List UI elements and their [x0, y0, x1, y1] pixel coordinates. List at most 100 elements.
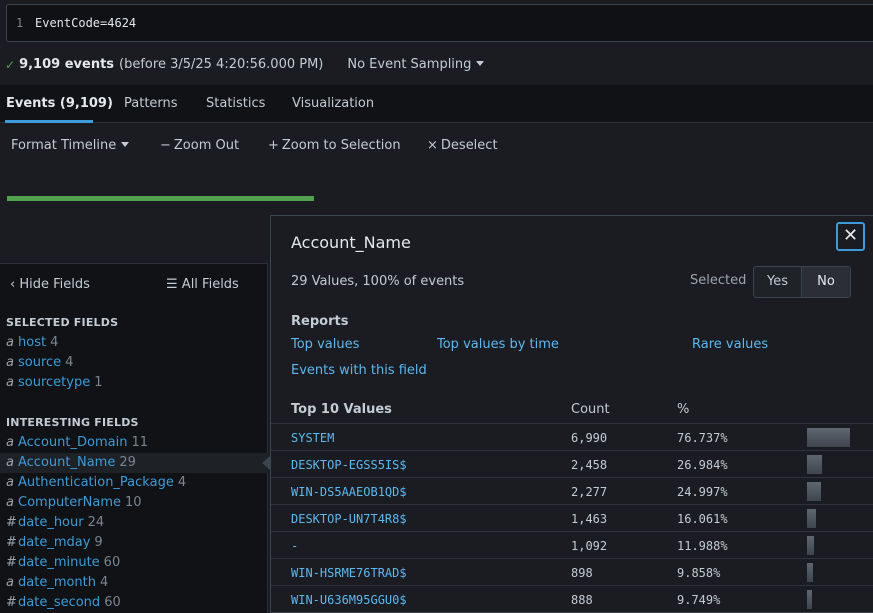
tab-events[interactable]: Events (9,109)	[6, 96, 113, 111]
value-cell[interactable]: WIN-HSRME76TRAD$	[291, 566, 407, 580]
event-sampling-dropdown[interactable]: No Event Sampling	[347, 57, 485, 72]
values-summary: 29 Values, 100% of events	[291, 274, 465, 289]
minus-icon: −	[160, 138, 171, 153]
percent-bar-fill	[807, 590, 812, 609]
hide-fields-button[interactable]: ‹ Hide Fields	[10, 277, 90, 292]
percent-header: %	[677, 402, 690, 417]
check-icon: ✓	[5, 57, 16, 72]
caret-down-icon	[476, 61, 485, 66]
events-with-field-link[interactable]: Events with this field	[291, 363, 427, 378]
close-icon: ✕	[842, 225, 859, 246]
value-cell[interactable]: WIN-DS5AAEOB1QD$	[291, 485, 407, 499]
field-date-mday[interactable]: #date_mday 9	[0, 533, 268, 553]
count-header: Count	[571, 402, 610, 417]
field-source[interactable]: a source 4	[0, 353, 268, 373]
plus-icon: +	[268, 138, 279, 153]
caret-down-icon	[121, 142, 130, 147]
percent-bar	[807, 509, 851, 528]
percent-cell: 9.858%	[677, 566, 721, 580]
list-icon: ☰	[166, 277, 182, 292]
table-row[interactable]: - 1,092 11.988%	[271, 531, 873, 558]
field-host[interactable]: a host 4	[0, 333, 268, 353]
search-query[interactable]: EventCode=4624	[35, 16, 136, 30]
percent-cell: 11.988%	[677, 539, 728, 553]
search-input[interactable]: 1 EventCode=4624	[6, 4, 873, 42]
tab-visualization[interactable]: Visualization	[292, 96, 374, 111]
field-date-second[interactable]: #date_second 60	[0, 593, 268, 613]
percent-bar	[807, 536, 851, 555]
zoom-to-selection-button[interactable]: + Zoom to Selection	[268, 138, 401, 153]
value-cell[interactable]: WIN-U636M95GGU0$	[291, 593, 407, 607]
events-count: 9,109 events	[19, 57, 115, 72]
percent-cell: 76.737%	[677, 431, 728, 445]
deselect-button[interactable]: × Deselect	[427, 138, 498, 153]
percent-bar	[807, 563, 851, 582]
field-sourcetype[interactable]: a sourcetype 1	[0, 373, 268, 393]
popover-arrow	[262, 456, 270, 470]
tab-patterns[interactable]: Patterns	[124, 96, 178, 111]
top-values-link[interactable]: Top values	[291, 337, 359, 352]
time-range: (before 3/5/25 4:20:56.000 PM)	[119, 57, 324, 72]
all-fields-button[interactable]: ☰ All Fields	[166, 277, 239, 292]
interesting-fields-title: INTERESTING FIELDS	[6, 416, 139, 429]
popover-title: Account_Name	[291, 233, 411, 252]
fields-sidebar: ‹ Hide Fields ☰ All Fields SELECTED FIEL…	[0, 263, 268, 613]
percent-bar	[807, 455, 851, 474]
percent-cell: 9.749%	[677, 593, 721, 607]
percent-cell: 16.061%	[677, 512, 728, 526]
selected-fields-title: SELECTED FIELDS	[6, 316, 119, 329]
selected-label: Selected	[690, 273, 747, 288]
table-row[interactable]: WIN-DS5AAEOB1QD$ 2,277 24.997%	[271, 477, 873, 504]
percent-cell: 24.997%	[677, 485, 728, 499]
line-number: 1	[16, 16, 24, 30]
count-cell: 1,092	[571, 539, 608, 553]
tab-statistics[interactable]: Statistics	[206, 96, 265, 111]
table-row[interactable]: WIN-HSRME76TRAD$ 898 9.858%	[271, 558, 873, 585]
selected-yes-button[interactable]: Yes	[754, 267, 803, 297]
zoom-out-button[interactable]: − Zoom Out	[160, 138, 239, 153]
value-cell[interactable]: -	[291, 539, 298, 553]
search-status: ✓ 9,109 events (before 3/5/25 4:20:56.00…	[5, 57, 485, 72]
percent-bar-fill	[807, 428, 850, 447]
top-values-by-time-link[interactable]: Top values by time	[437, 337, 559, 352]
field-computername[interactable]: a ComputerName 10	[0, 493, 268, 513]
table-row[interactable]: DESKTOP-UN7T4R8$ 1,463 16.061%	[271, 504, 873, 531]
table-row[interactable]: WIN-U636M95GGU0$ 888 9.749%	[271, 585, 873, 612]
percent-cell: 26.984%	[677, 458, 728, 472]
selected-no-button[interactable]: No	[802, 267, 850, 297]
field-date-hour[interactable]: #date_hour 24	[0, 513, 268, 533]
timeline-bar[interactable]	[7, 196, 314, 201]
table-row[interactable]: SYSTEM 6,990 76.737%	[271, 423, 873, 450]
count-cell: 2,277	[571, 485, 608, 499]
percent-bar	[807, 428, 851, 447]
active-tab-indicator	[5, 120, 93, 123]
table-row[interactable]: DESKTOP-EGSS5IS$ 2,458 26.984%	[271, 450, 873, 477]
count-cell: 888	[571, 593, 593, 607]
percent-bar	[807, 590, 851, 609]
count-cell: 1,463	[571, 512, 608, 526]
close-button[interactable]: ✕	[836, 222, 865, 251]
value-cell[interactable]: DESKTOP-UN7T4R8$	[291, 512, 407, 526]
chevron-left-icon: ‹	[10, 277, 20, 292]
close-icon: ×	[427, 138, 438, 153]
format-timeline-dropdown[interactable]: Format Timeline	[11, 138, 130, 153]
reports-title: Reports	[291, 314, 349, 329]
field-date-minute[interactable]: #date_minute 60	[0, 553, 268, 573]
percent-bar	[807, 482, 851, 501]
value-cell[interactable]: DESKTOP-EGSS5IS$	[291, 458, 407, 472]
field-account-domain[interactable]: a Account_Domain 11	[0, 433, 268, 453]
value-cell[interactable]: SYSTEM	[291, 431, 334, 445]
field-account-name[interactable]: a Account_Name 29	[0, 453, 268, 473]
count-cell: 898	[571, 566, 593, 580]
count-cell: 2,458	[571, 458, 608, 472]
selected-toggle: Yes No	[753, 266, 851, 298]
field-summary-popover: Account_Name ✕ 29 Values, 100% of events…	[270, 215, 873, 613]
percent-bar-fill	[807, 482, 821, 501]
count-cell: 6,990	[571, 431, 608, 445]
rare-values-link[interactable]: Rare values	[692, 337, 768, 352]
field-date-month[interactable]: a date_month 4	[0, 573, 268, 593]
field-authentication-package[interactable]: a Authentication_Package 4	[0, 473, 268, 493]
results-tabs: Events (9,109) Patterns Statistics Visua…	[0, 85, 873, 123]
percent-bar-fill	[807, 509, 816, 528]
percent-bar-fill	[807, 455, 822, 474]
